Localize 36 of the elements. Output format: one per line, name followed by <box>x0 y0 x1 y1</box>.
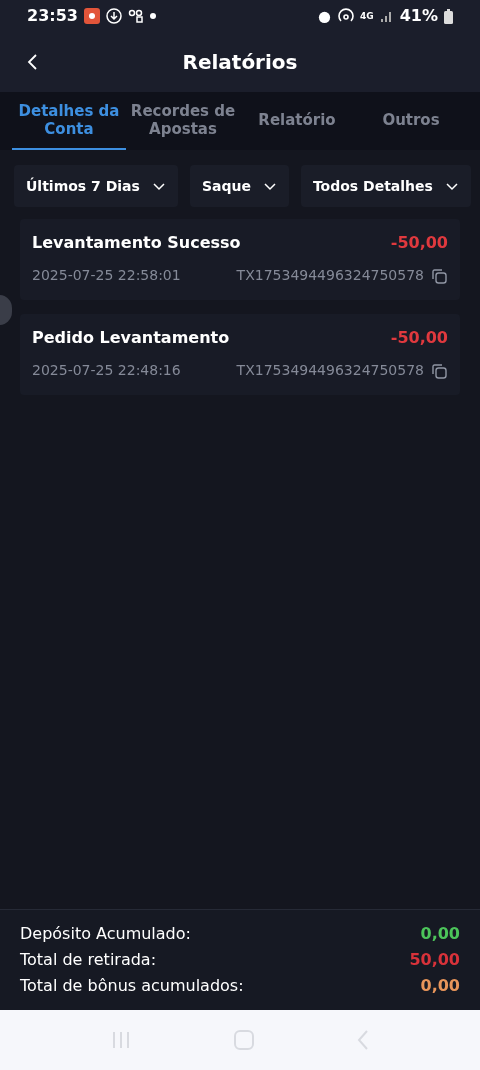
battery-icon <box>444 8 453 24</box>
transaction-amount: -50,00 <box>390 327 448 349</box>
signal-icon <box>379 9 394 23</box>
transaction-amount: -50,00 <box>390 232 448 254</box>
transaction-datetime: 2025-07-25 22:58:01 <box>32 266 181 285</box>
copy-icon[interactable] <box>430 361 448 380</box>
voicemail-icon <box>127 8 144 24</box>
copy-icon[interactable] <box>430 266 448 285</box>
tab[interactable]: Outros <box>354 92 468 150</box>
summary-value: 0,00 <box>420 975 460 997</box>
filter-dropdown[interactable]: Saque <box>189 165 289 207</box>
app-notification-icon <box>83 8 100 24</box>
battery-percentage: 41% <box>399 5 438 27</box>
summary-label: Total de bônus acumulados: <box>20 975 244 997</box>
transaction-datetime: 2025-07-25 22:48:16 <box>32 361 181 380</box>
network-label: 4G <box>360 11 374 21</box>
back-nav-icon[interactable] <box>355 1029 370 1051</box>
tab[interactable]: Recordes de Apostas <box>126 92 240 150</box>
tab[interactable]: Detalhes da Conta <box>12 92 126 150</box>
download-icon <box>105 8 122 24</box>
dot-icon <box>149 13 156 19</box>
summary-label: Total de retirada: <box>20 949 157 971</box>
status-time: 23:53 <box>27 5 78 27</box>
filter-dropdown[interactable]: Todos Detalhes <box>300 165 471 207</box>
summary-label: Depósito Acumulado: <box>20 923 191 945</box>
summary-value: 0,00 <box>420 923 460 945</box>
tab[interactable]: Relatório <box>240 92 354 150</box>
transaction-title: Levantamento Sucesso <box>32 232 241 254</box>
transaction-title: Pedido Levantamento <box>32 327 230 349</box>
summary-value: 50,00 <box>409 949 460 971</box>
hotspot-icon <box>338 8 355 24</box>
transaction-id: TX1753494496324750578 <box>236 361 424 380</box>
filter-dropdown[interactable]: Últimos 7 Dias <box>14 165 178 207</box>
transaction-id: TX1753494496324750578 <box>236 266 424 285</box>
page-title: Relatórios <box>182 49 298 76</box>
home-icon[interactable] <box>233 1029 255 1051</box>
